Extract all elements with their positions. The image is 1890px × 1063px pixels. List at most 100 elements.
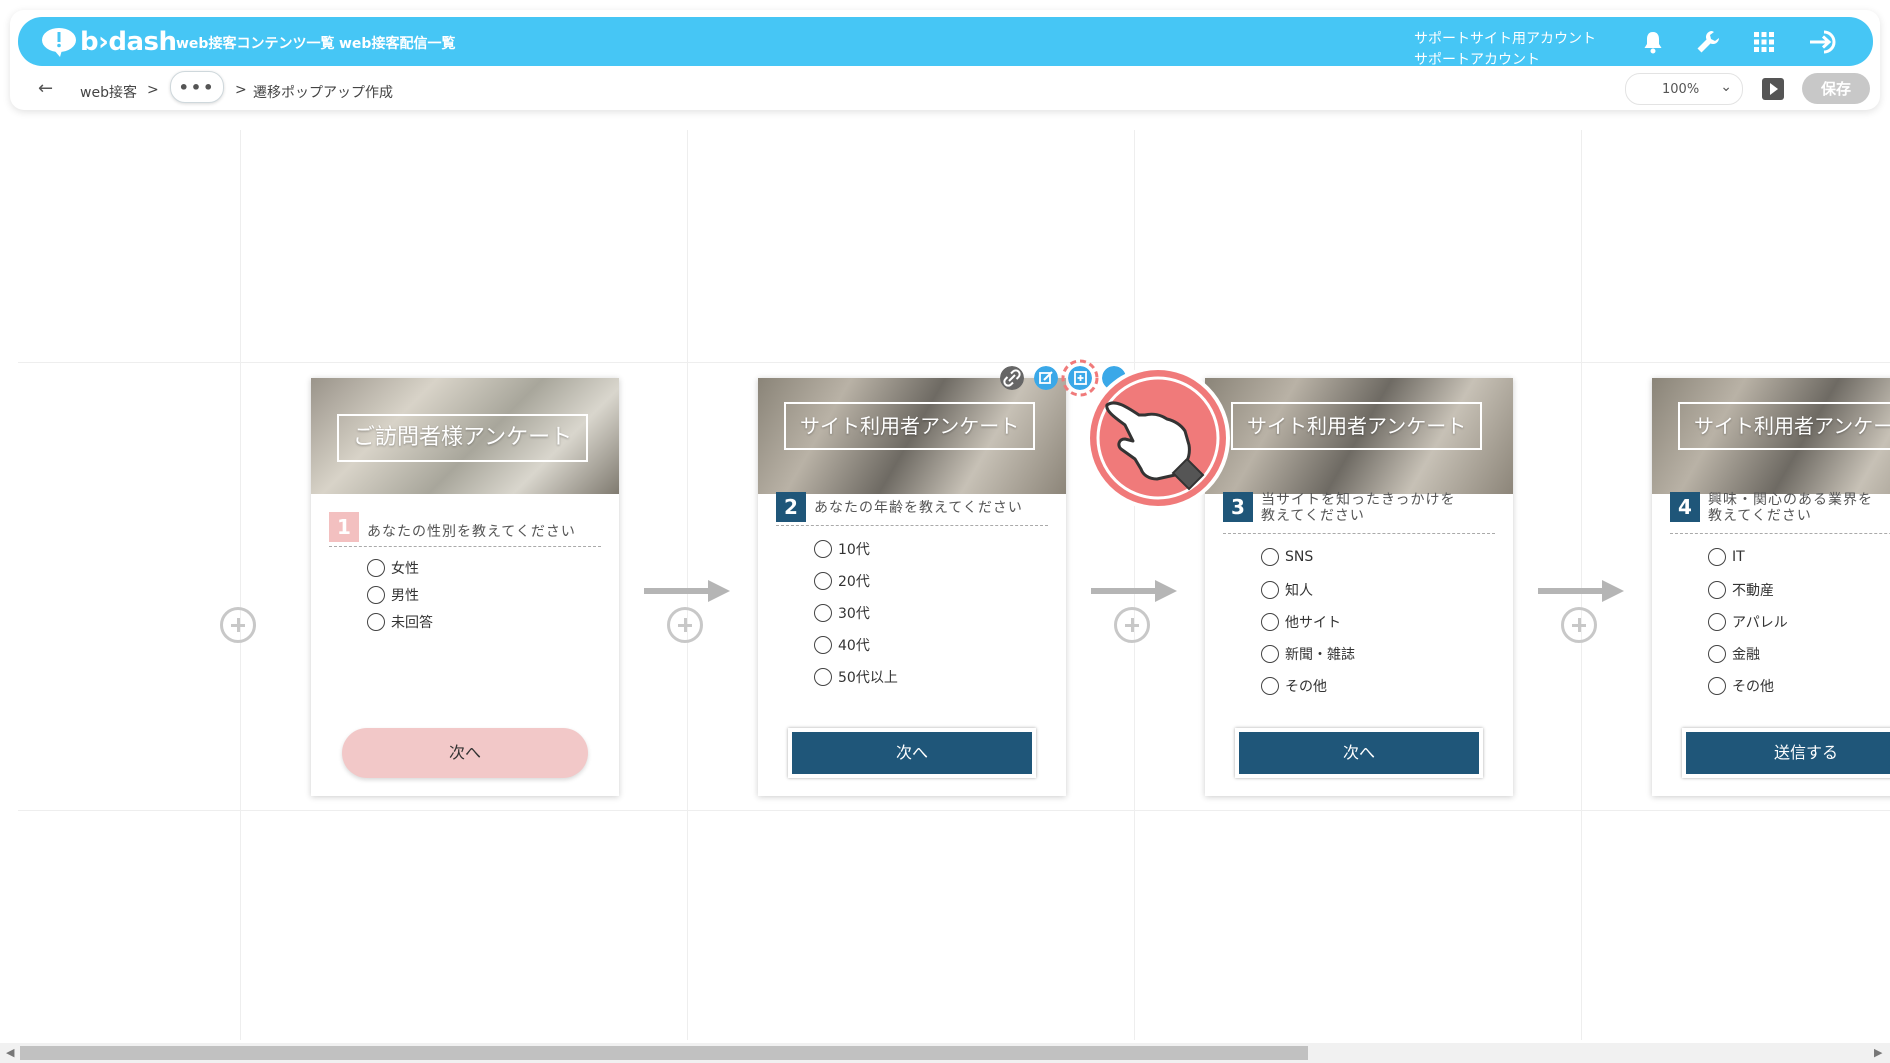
flow-arrow-icon [644, 580, 730, 602]
question-text: 興味・関心のある業界を 教えてください [1708, 492, 1873, 524]
card-image-title: サイト利用者アンケート [1678, 402, 1890, 450]
submit-button[interactable]: 送信する [1682, 728, 1890, 778]
option-label: その他 [1732, 679, 1774, 695]
grid-line [18, 810, 1890, 811]
radio-icon [1261, 581, 1279, 599]
bdash-logo[interactable]: b›dash [40, 25, 177, 59]
popup-card-3[interactable]: サイト利用者アンケート 3 当サイトを知ったきっかけを 教えてください SNS … [1205, 378, 1513, 796]
horizontal-scrollbar[interactable]: ◀ ▶ [0, 1043, 1890, 1063]
card-header-image: ご訪問者様アンケート [311, 378, 619, 494]
radio-option[interactable]: 20代 [814, 571, 870, 591]
breadcrumb-more-button[interactable]: ••• [170, 71, 224, 103]
popup-card-2[interactable]: サイト利用者アンケート 2 あなたの年齢を教えてください 10代 20代 30代… [758, 378, 1066, 796]
add-step-button[interactable] [667, 607, 703, 643]
bell-icon[interactable] [1640, 29, 1666, 55]
question-text: 当サイトを知ったきっかけを 教えてください [1261, 492, 1455, 524]
scroll-right-icon[interactable]: ▶ [1874, 1046, 1882, 1059]
radio-icon [1261, 613, 1279, 631]
radio-icon [814, 636, 832, 654]
breadcrumb-separator: > [147, 82, 159, 98]
radio-icon [1708, 645, 1726, 663]
option-label: SNS [1285, 549, 1314, 565]
grid-line [18, 362, 1890, 363]
edit-icon[interactable] [1034, 366, 1058, 390]
radio-option[interactable]: IT [1708, 548, 1745, 566]
link-icon[interactable] [1000, 366, 1024, 390]
radio-icon [1261, 677, 1279, 695]
radio-option[interactable]: 知人 [1261, 580, 1313, 600]
option-label: 20代 [838, 574, 870, 590]
nav-delivery-list[interactable]: web接客配信一覧 [339, 33, 455, 53]
radio-option[interactable]: 50代以上 [814, 667, 898, 687]
radio-option[interactable]: 男性 [367, 585, 419, 605]
question-line-1: 当サイトを知ったきっかけを [1261, 492, 1456, 508]
question-number-badge: 1 [329, 512, 359, 542]
radio-option[interactable]: 他サイト [1261, 612, 1341, 632]
zoom-value: 100% [1662, 82, 1700, 97]
add-step-button[interactable] [1561, 607, 1597, 643]
radio-option[interactable]: SNS [1261, 548, 1313, 566]
breadcrumb-web-service[interactable]: web接客 [80, 82, 137, 102]
card-header-image: サイト利用者アンケート [1205, 378, 1513, 494]
zoom-select[interactable]: 100% ⌄ [1625, 73, 1743, 105]
radio-icon [814, 540, 832, 558]
radio-option[interactable]: その他 [1708, 676, 1774, 696]
scrollbar-thumb[interactable] [20, 1046, 1308, 1060]
radio-option[interactable]: 10代 [814, 539, 870, 559]
preview-play-button[interactable] [1762, 78, 1784, 100]
radio-option[interactable]: 不動産 [1708, 580, 1774, 600]
radio-option[interactable]: 金融 [1708, 644, 1760, 664]
next-button[interactable]: 次へ [788, 728, 1036, 778]
question-line-2: 教えてください [1261, 508, 1365, 524]
question-number-badge: 4 [1670, 492, 1700, 522]
scroll-left-icon[interactable]: ◀ [6, 1046, 14, 1059]
question-line-1: 興味・関心のある業界を [1708, 492, 1873, 508]
chevron-down-icon: ⌄ [1720, 79, 1732, 95]
add-step-button[interactable] [1114, 607, 1150, 643]
wrench-icon[interactable] [1695, 29, 1721, 55]
radio-icon [1708, 677, 1726, 695]
account-info[interactable]: サポートサイト用アカウント サポートアカウント [1414, 29, 1596, 71]
radio-option[interactable]: 30代 [814, 603, 870, 623]
radio-option[interactable]: アパレル [1708, 612, 1788, 632]
flow-canvas[interactable]: ご訪問者様アンケート 1 あなたの性別を教えてください 女性 男性 未回答 次へ… [18, 130, 1890, 1040]
option-label: 30代 [838, 606, 870, 622]
logout-icon[interactable] [1808, 29, 1840, 55]
radio-option[interactable]: 40代 [814, 635, 870, 655]
breadcrumb-bar: ← web接客 > ••• > 遷移ポップアップ作成 100% ⌄ 保存 [10, 70, 1880, 110]
hand-pointer-icon [1086, 366, 1230, 510]
radio-option[interactable]: その他 [1261, 676, 1327, 696]
flow-arrow-icon [1091, 580, 1177, 602]
radio-icon [1708, 548, 1726, 566]
radio-icon [814, 604, 832, 622]
option-label: 新聞・雑誌 [1285, 647, 1355, 663]
save-button[interactable]: 保存 [1802, 73, 1870, 104]
next-button[interactable]: 次へ [342, 728, 588, 778]
option-label: 未回答 [391, 615, 433, 631]
popup-card-4[interactable]: サイト利用者アンケート 4 興味・関心のある業界を 教えてください IT 不動産… [1652, 378, 1890, 796]
app-header: b›dash web接客コンテンツ一覧 web接客配信一覧 サポートサイト用アカ… [10, 10, 1880, 110]
card-image-title: サイト利用者アンケート [784, 402, 1036, 450]
radio-option[interactable]: 未回答 [367, 612, 433, 632]
radio-option[interactable]: 新聞・雑誌 [1261, 644, 1355, 664]
option-label: その他 [1285, 679, 1327, 695]
card-image-title: サイト利用者アンケート [1231, 402, 1483, 450]
back-arrow-icon[interactable]: ← [38, 78, 53, 99]
radio-icon [367, 586, 385, 604]
radio-option[interactable]: 女性 [367, 558, 419, 578]
option-label: 40代 [838, 638, 870, 654]
question-divider [329, 546, 601, 547]
option-label: 10代 [838, 542, 870, 558]
nav-content-list[interactable]: web接客コンテンツ一覧 [176, 33, 334, 53]
next-button[interactable]: 次へ [1235, 728, 1483, 778]
option-label: IT [1732, 549, 1745, 565]
card-header-image: サイト利用者アンケート [758, 378, 1066, 494]
add-step-button[interactable] [220, 607, 256, 643]
top-navigation-bar: b›dash web接客コンテンツ一覧 web接客配信一覧 サポートサイト用アカ… [18, 17, 1873, 68]
grid-icon[interactable] [1751, 29, 1777, 55]
question-line-2: 教えてください [1708, 508, 1812, 524]
popup-card-1[interactable]: ご訪問者様アンケート 1 あなたの性別を教えてください 女性 男性 未回答 次へ [311, 378, 619, 796]
card-image-title: ご訪問者様アンケート [337, 414, 589, 462]
question-divider [776, 525, 1048, 526]
question-text: あなたの性別を教えてください [367, 524, 576, 540]
